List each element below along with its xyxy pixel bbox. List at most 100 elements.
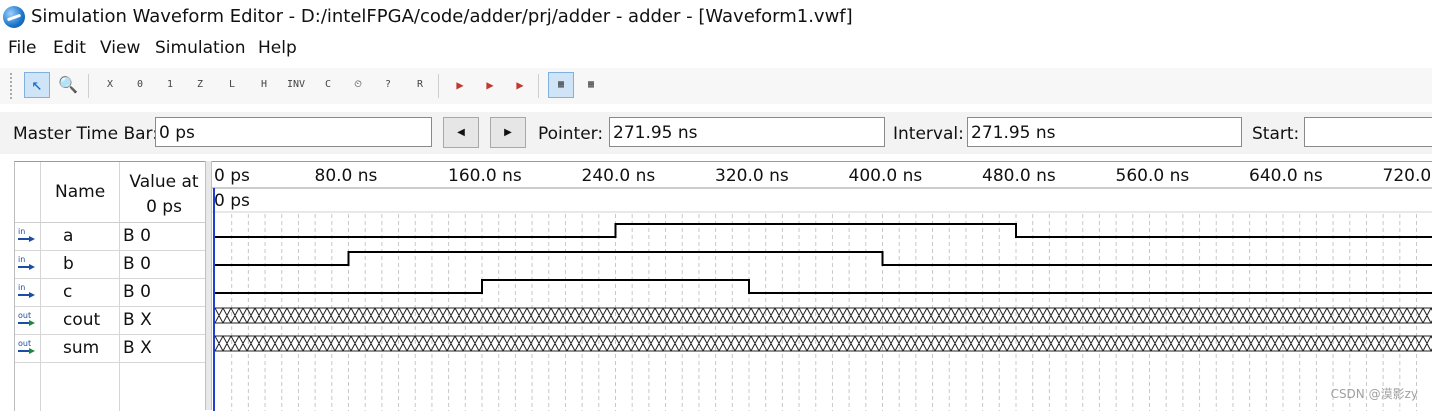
signal-value: B X [123,310,152,330]
grid-button[interactable]: ▦ [578,72,604,98]
svg-text:in: in [18,227,25,236]
ruler-tick-label: 400.0 ns [848,166,923,186]
clock-icon: ⏲ [354,79,362,90]
generate-netlist-icon: ▶ [516,78,524,92]
forcing-low-button[interactable]: 0 [127,72,153,98]
waveform-panel[interactable]: 0 ps 80.0 ns 160.0 ns 240.0 ns 320.0 ns 400.0… [212,161,1432,411]
high-impedance-icon: Z [196,79,204,90]
forcing-unknown-button[interactable]: X [97,72,123,98]
menu-simulation[interactable]: Simulation [155,38,246,58]
start-label: Start: [1252,124,1300,144]
high-impedance-button[interactable]: Z [187,72,213,98]
pointer-field[interactable]: 271.95 ns [609,117,885,147]
arbitrary-value-icon: ? [384,79,392,90]
invert-button[interactable]: INV [283,72,309,98]
ruler-tick-label: 160.0 ns [448,166,522,186]
signal-list-header: Name Value at 0 ps [15,162,205,223]
run-functional-simulation-button[interactable]: ▶ [447,72,473,98]
app-icon [3,6,25,28]
weak-low-icon: L [228,79,236,90]
signal-name: cout [63,310,101,330]
master-time-bar-field[interactable]: 0 ps [155,117,432,147]
signal-value: B 0 [123,254,151,274]
arbitrary-value-button[interactable]: ? [375,72,401,98]
clock-button[interactable]: ⏲ [345,72,371,98]
random-value-button[interactable]: R [407,72,433,98]
zoom-tool-icon: 🔍 [58,75,78,94]
title-bar: Simulation Waveform Editor - D:/intelFPG… [0,0,1432,34]
waveform-canvas[interactable] [212,162,1432,411]
run-timing-simulation-button[interactable]: ▶ [477,72,503,98]
count-value-icon: C [324,79,332,90]
grid-icon: ▦ [587,79,595,90]
output-pin-icon: out [17,311,37,329]
weak-low-button[interactable]: L [219,72,245,98]
master-time-bar-marker-label: 0 ps [214,191,250,211]
chevron-right-icon: ▶ [504,127,512,138]
toolbar-separator [438,74,439,98]
run-functional-simulation-icon: ▶ [456,78,464,92]
value-column-header[interactable]: Value at 0 ps [123,170,205,220]
svg-text:in: in [18,255,25,264]
forcing-unknown-icon: X [106,79,114,90]
input-pin-icon: in [17,255,37,273]
zoom-tool-button[interactable]: 🔍 [55,72,81,98]
svg-text:out: out [18,311,31,320]
output-pin-icon: out [17,339,37,357]
next-transition-button[interactable]: ▶ [490,117,526,148]
input-pin-icon: in [17,227,37,245]
generate-netlist-button[interactable]: ▶ [507,72,533,98]
signal-row-sum[interactable]: out sum B X [15,334,205,363]
svg-text:in: in [18,283,25,292]
signal-list-panel: Name Value at 0 ps in a B 0 in b B 0 in c B 0 out… [14,161,205,411]
signal-name: c [63,282,73,302]
interval-field[interactable]: 271.95 ns [967,117,1242,147]
panel-splitter[interactable] [205,161,212,410]
signal-row-a[interactable]: in a B 0 [15,222,205,251]
master-time-bar-label: Master Time Bar: [13,124,158,144]
snap-to-grid-button[interactable]: ▦ [548,72,574,98]
weak-high-icon: H [260,79,268,90]
forcing-high-button[interactable]: 1 [157,72,183,98]
pointer-label: Pointer: [538,124,604,144]
signal-row-c[interactable]: in c B 0 [15,278,205,307]
ruler-tick-label: 240.0 ns [581,166,656,186]
ruler-tick-label: 560.0 ns [1115,166,1190,186]
ruler-tick-label: 720.0 [1382,166,1432,186]
previous-transition-button[interactable]: ◀ [443,117,479,148]
window-title: Simulation Waveform Editor - D:/intelFPG… [31,6,853,27]
toolbar-grip[interactable] [10,73,14,99]
watermark: CSDN @漠影zy [1330,387,1418,401]
signal-value: B 0 [123,282,151,302]
ruler-tick-label: 80.0 ns [314,166,378,186]
menu-edit[interactable]: Edit [53,38,86,58]
signal-row-b[interactable]: in b B 0 [15,250,205,279]
run-timing-simulation-icon: ▶ [486,78,494,92]
name-column-header[interactable]: Name [55,182,105,202]
menu-help[interactable]: Help [258,38,297,58]
invert-icon: INV [286,79,306,90]
signal-value: B X [123,338,152,358]
signal-name: sum [63,338,100,358]
count-value-button[interactable]: C [315,72,341,98]
selection-tool-icon: ↖ [31,74,43,95]
forcing-high-icon: 1 [166,79,174,90]
menu-view[interactable]: View [100,38,140,58]
chevron-left-icon: ◀ [457,127,465,138]
value-header-line: Value at [129,172,199,192]
forcing-low-icon: 0 [136,79,144,90]
toolbar-separator [538,74,539,98]
value-header-line: 0 ps [146,197,182,217]
signal-name: a [63,226,74,246]
interval-label: Interval: [893,124,964,144]
selection-tool-button[interactable]: ↖ [24,72,50,98]
ruler-tick-label: 0 ps [214,166,250,186]
start-field[interactable] [1304,117,1432,147]
weak-high-button[interactable]: H [251,72,277,98]
input-pin-icon: in [17,283,37,301]
snap-to-grid-icon: ▦ [557,79,565,90]
ruler-tick-label: 640.0 ns [1249,166,1323,186]
menu-file[interactable]: File [8,38,36,58]
time-bar: Master Time Bar: 0 ps ◀ ▶ Pointer: 271.9… [0,112,1432,154]
signal-row-cout[interactable]: out cout B X [15,306,205,335]
